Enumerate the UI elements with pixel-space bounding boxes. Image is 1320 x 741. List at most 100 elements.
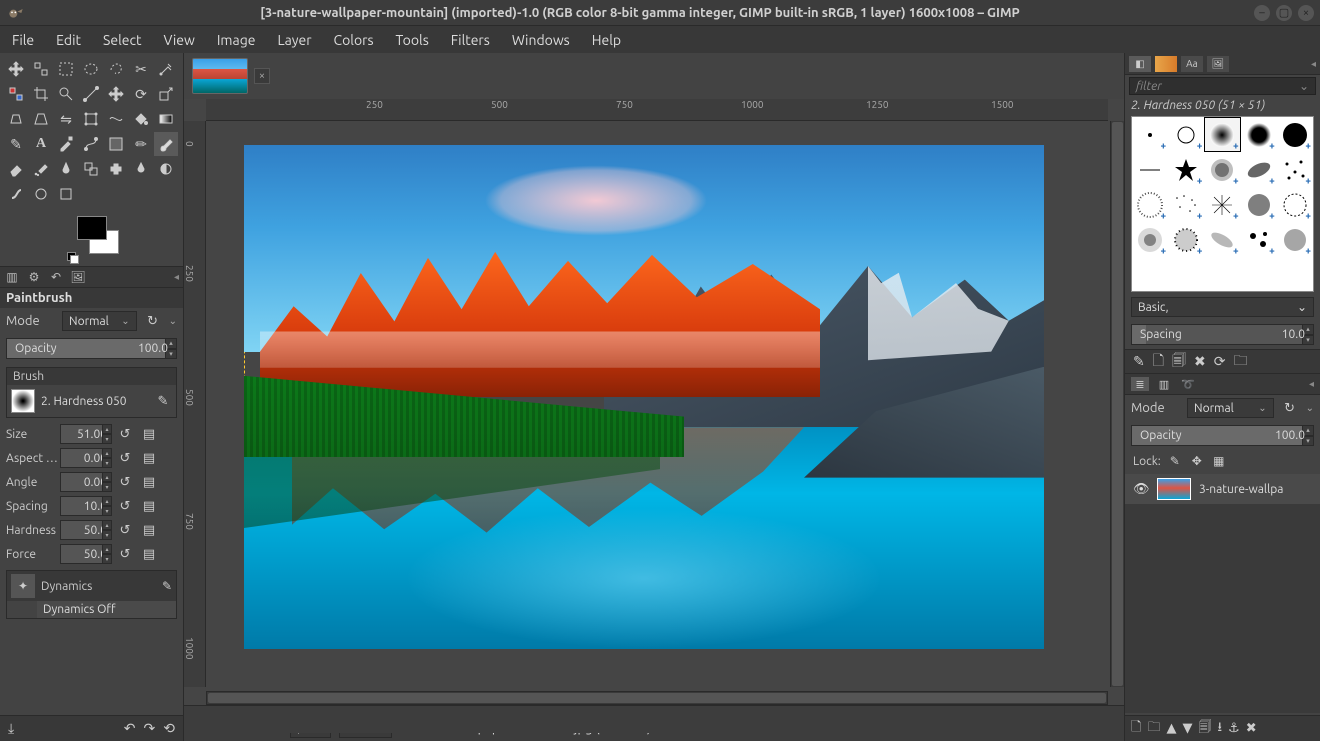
brush-filter-input[interactable]: filter ⌄ [1129,77,1316,95]
brush-cell[interactable]: + [1241,222,1277,257]
angle-menu-button[interactable]: ▤ [138,472,160,492]
brush-spacing-slider[interactable]: Spacing 10.0 ▴▾ [1131,324,1314,345]
layer-list[interactable]: 👁 3-nature-wallpa [1125,474,1320,713]
image-canvas[interactable] [244,145,1044,649]
menu-image[interactable]: Image [207,29,266,51]
tool-rotate[interactable]: ⟳ [129,82,153,106]
size-menu-button[interactable]: ▤ [138,424,160,444]
force-input[interactable]: 50.0▴▾ [60,544,112,564]
tool-by-color-select[interactable] [4,82,28,106]
duplicate-layer-button[interactable]: 🗐 [1198,718,1211,740]
brush-cell[interactable]: + [1168,117,1204,152]
lock-alpha-icon[interactable]: ▦ [1211,453,1227,469]
tool-options-tab-icon[interactable]: ▥ [4,269,20,285]
brush-cell[interactable]: + [1204,152,1240,187]
image-tab[interactable] [192,58,248,94]
new-layer-button[interactable]: 🗋 [1131,718,1141,740]
tool-rect-select[interactable] [54,57,78,81]
raise-layer-button[interactable]: ▲ [1166,721,1176,736]
tool-move2[interactable] [104,82,128,106]
hardness-menu-button[interactable]: ▤ [138,520,160,540]
layer-visibility-icon[interactable]: 👁 [1133,482,1149,497]
window-minimize-button[interactable]: – [1254,5,1270,21]
mode-extra-chevron[interactable]: ⌄ [169,315,177,327]
lock-position-icon[interactable]: ✥ [1189,453,1205,469]
brush-cell[interactable]: + [1168,187,1204,222]
brush-cell[interactable]: + [1204,187,1240,222]
menu-view[interactable]: View [153,29,204,51]
tool-eraser[interactable] [4,157,28,181]
brush-cell[interactable]: + [1132,222,1168,257]
tool-zoom[interactable] [54,82,78,106]
lower-layer-button[interactable]: ▼ [1182,721,1192,736]
delete-brush-button[interactable]: ✖ [1194,353,1206,370]
anchor-layer-button[interactable]: ⚓ [1228,721,1240,736]
tool-extra2[interactable] [54,182,78,206]
menu-filters[interactable]: Filters [441,29,500,51]
history-tab-icon[interactable]: 🖼 [1207,56,1229,72]
layer-row[interactable]: 👁 3-nature-wallpa [1125,474,1320,504]
opacity-slider[interactable]: Opacity 100.0 ▴▾ [6,338,177,359]
dock-menu-icon[interactable]: ◂ [174,271,179,283]
tool-clone[interactable] [79,157,103,181]
new-brush-button[interactable]: 🗋 [1153,350,1164,374]
tool-shear[interactable] [4,107,28,131]
lock-pixels-icon[interactable]: ✎ [1167,453,1183,469]
menu-layer[interactable]: Layer [267,29,321,51]
layer-thumbnail[interactable] [1157,478,1191,500]
tool-measure[interactable] [79,82,103,106]
tool-paths[interactable] [79,132,103,156]
force-reset-button[interactable]: ↺ [114,544,136,564]
layers-tab-icon[interactable]: ≣ [1131,377,1149,391]
brush-cell[interactable]: + [1241,187,1277,222]
tool-bucket[interactable] [129,107,153,131]
tool-text[interactable]: A [29,132,53,156]
vertical-scrollbar[interactable] [1110,121,1124,687]
menu-windows[interactable]: Windows [502,29,580,51]
tool-scissors[interactable]: ✂ [129,57,153,81]
aspect-reset-button[interactable]: ↺ [114,448,136,468]
tool-scale[interactable] [154,82,178,106]
paths-tab-icon[interactable]: ➰ [1179,377,1197,391]
channels-tab-icon[interactable]: ▥ [1155,377,1173,391]
default-colors-icon[interactable] [67,252,79,264]
size-reset-button[interactable]: ↺ [114,424,136,444]
tool-heal[interactable] [104,157,128,181]
tool-dodge[interactable] [154,157,178,181]
brush-cell[interactable]: + [1168,152,1204,187]
fonts-tab-icon[interactable]: Aa [1181,56,1203,72]
window-close-button[interactable]: × [1298,5,1314,21]
menu-select[interactable]: Select [93,29,151,51]
brush-cell[interactable]: + [1241,117,1277,152]
dock-menu-icon[interactable]: ◂ [1309,378,1314,390]
hardness-reset-button[interactable]: ↺ [114,520,136,540]
tool-cage[interactable] [79,107,103,131]
image-tab-close-button[interactable]: × [254,68,270,84]
hardness-input[interactable]: 50.0▴▾ [60,520,112,540]
brush-cell[interactable]: + [1132,187,1168,222]
menu-colors[interactable]: Colors [324,29,384,51]
tool-ellipse-select[interactable] [79,57,103,81]
aspect-menu-button[interactable]: ▤ [138,448,160,468]
spacing-menu-button[interactable]: ▤ [138,496,160,516]
brush-cell[interactable]: + [1277,117,1313,152]
reset-tool-preset-button[interactable]: ⟲ [163,720,175,737]
angle-reset-button[interactable]: ↺ [114,472,136,492]
brushes-tab-icon[interactable]: ◧ [1129,56,1151,72]
brush-cell[interactable] [1132,152,1168,187]
tool-align[interactable] [29,57,53,81]
foreground-color[interactable] [77,216,107,240]
menu-help[interactable]: Help [582,29,631,51]
horizontal-ruler[interactable]: 250 500 750 1000 1250 1500 [206,99,1108,121]
brush-cell[interactable]: + [1132,117,1168,152]
refresh-brushes-button[interactable]: ⟳ [1214,353,1226,370]
brush-grid[interactable]: + + + + + + + + + + + + + + + + + + + [1131,116,1314,292]
paint-mode-select[interactable]: Normal ⌄ [62,311,137,331]
tool-gradient[interactable] [154,107,178,131]
spacing-reset-button[interactable]: ↺ [114,496,136,516]
tool-crop[interactable] [29,82,53,106]
device-status-tab-icon[interactable]: ⚙ [26,269,42,285]
window-maximize-button[interactable]: ▢ [1276,5,1292,21]
tool-paintbrush[interactable] [154,132,178,156]
layer-mode-select[interactable]: Normal ⌄ [1187,398,1274,418]
